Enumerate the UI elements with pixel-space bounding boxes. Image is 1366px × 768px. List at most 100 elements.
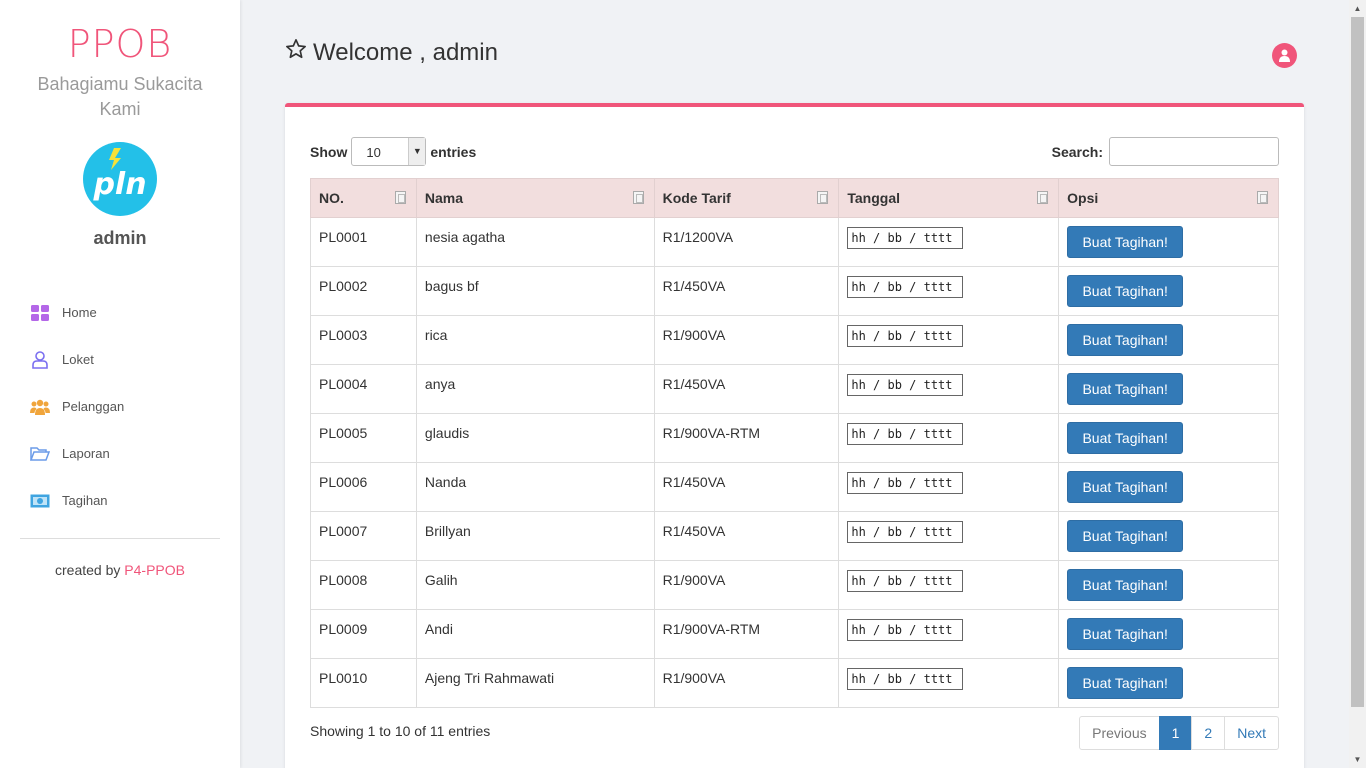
date-input[interactable]: hh / bb / tttt [847,570,964,592]
cell-opsi: Buat Tagihan! [1058,266,1279,316]
sidebar-item-pelanggan[interactable]: Pelanggan [0,383,240,430]
pagination: Previous 1 2 Next [1079,716,1279,750]
cell-nama: Andi [415,609,655,659]
pln-logo: pln [83,142,157,216]
cell-kode-tarif: R1/450VA [653,511,840,561]
create-bill-button[interactable]: Buat Tagihan! [1067,422,1184,454]
search-input[interactable] [1109,137,1279,166]
cell-kode-tarif: R1/450VA [653,364,840,414]
star-icon [285,38,307,67]
sidebar-item-home[interactable]: Home [0,289,240,336]
grid-icon [30,303,50,323]
page-scrollbar[interactable]: ▲ ▼ [1349,0,1366,768]
date-input[interactable]: hh / bb / tttt [847,668,964,690]
cell-nama: rica [415,315,655,365]
create-bill-button[interactable]: Buat Tagihan! [1067,373,1184,405]
cell-nama: nesia agatha [415,217,655,267]
date-input[interactable]: hh / bb / tttt [847,521,964,543]
folder-icon [30,444,50,464]
table-body: PL0001 nesia agatha R1/1200VA hh / bb / ttt… [310,217,1279,708]
cell-nama: Nanda [415,462,655,512]
cell-kode-tarif: R1/900VA [653,658,840,708]
entries-select[interactable]: 10 ▼ [351,137,427,166]
user-icon [1279,49,1290,62]
cell-kode-tarif: R1/900VA-RTM [653,609,840,659]
user-menu-button[interactable] [1272,43,1297,68]
column-header-label: Kode Tarif [662,190,731,206]
sidebar-item-label: Laporan [62,446,110,461]
table-row: PL0002 bagus bf R1/450VA hh / bb / tttt Buat… [310,266,1279,316]
cell-opsi: Buat Tagihan! [1058,364,1279,414]
sort-icon [817,191,829,204]
cell-tanggal: hh / bb / tttt [838,462,1060,512]
create-bill-button[interactable]: Buat Tagihan! [1067,520,1184,552]
date-input[interactable]: hh / bb / tttt [847,423,964,445]
column-header-kode-tarif[interactable]: Kode Tarif [653,178,840,218]
create-bill-button[interactable]: Buat Tagihan! [1067,275,1184,307]
table-row: PL0003 rica R1/900VA hh / bb / tttt Buat Tag… [310,315,1279,365]
sort-icon [1257,191,1268,204]
money-icon [30,491,50,511]
table-row: PL0005 glaudis R1/900VA-RTM hh / bb / tttt B… [310,413,1279,463]
date-input[interactable]: hh / bb / tttt [847,276,964,298]
pagination-page-2[interactable]: 2 [1191,716,1226,750]
pagination-next[interactable]: Next [1224,716,1279,750]
date-input[interactable]: hh / bb / tttt [847,619,964,641]
sidebar-divider [20,538,220,539]
logo-text: pln [92,167,146,202]
create-bill-button[interactable]: Buat Tagihan! [1067,226,1184,258]
sort-icon [1037,191,1049,204]
cell-no: PL0002 [310,266,417,316]
cell-opsi: Buat Tagihan! [1058,315,1279,365]
create-bill-button[interactable]: Buat Tagihan! [1067,667,1184,699]
credit-text: created by P4-PPOB [0,562,240,578]
create-bill-button[interactable]: Buat Tagihan! [1067,471,1184,503]
page-title: Welcome , admin [285,38,498,67]
date-input[interactable]: hh / bb / tttt [847,227,964,249]
cell-no: PL0001 [310,217,417,267]
sidebar-item-loket[interactable]: Loket [0,336,240,383]
column-header-label: Nama [424,190,464,206]
cell-nama: Brillyan [415,511,655,561]
date-input[interactable]: hh / bb / tttt [847,472,964,494]
credit-link[interactable]: P4-PPOB [124,562,185,578]
cell-tanggal: hh / bb / tttt [838,266,1060,316]
date-input[interactable]: hh / bb / tttt [847,325,964,347]
sidebar-item-laporan[interactable]: Laporan [0,430,240,477]
cell-tanggal: hh / bb / tttt [838,364,1060,414]
create-bill-button[interactable]: Buat Tagihan! [1067,569,1184,601]
cell-no: PL0008 [310,560,417,610]
sidebar-item-tagihan[interactable]: Tagihan [0,477,240,524]
column-header-label: NO. [319,190,344,206]
scrollbar-thumb[interactable] [1351,17,1364,707]
table-row: PL0010 Ajeng Tri Rahmawati R1/900VA hh / bb… [310,658,1279,708]
cell-kode-tarif: R1/450VA [653,462,840,512]
brand-tagline: Bahagiamu Sukacita Kami [37,74,203,119]
create-bill-button[interactable]: Buat Tagihan! [1067,324,1184,356]
cell-nama: Ajeng Tri Rahmawati [415,658,655,708]
customer-table-card: Show 10 ▼ entries Search: NO. Nama Kode … [285,103,1304,768]
cell-tanggal: hh / bb / tttt [838,511,1060,561]
sidebar-item-label: Tagihan [62,493,108,508]
cell-tanggal: hh / bb / tttt [838,315,1060,365]
date-input[interactable]: hh / bb / tttt [847,374,964,396]
cell-kode-tarif: R1/1200VA [653,217,840,267]
brand-title: PPOB [67,22,173,66]
pagination-page-1[interactable]: 1 [1158,716,1193,750]
column-header-no[interactable]: NO. [310,178,417,218]
pagination-previous[interactable]: Previous [1079,716,1160,750]
cell-opsi: Buat Tagihan! [1058,560,1279,610]
cell-nama: bagus bf [415,266,655,316]
column-header-opsi[interactable]: Opsi [1058,178,1279,218]
table-row: PL0004 anya R1/450VA hh / bb / tttt Buat Tag… [310,364,1279,414]
scroll-down-icon[interactable]: ▼ [1349,751,1366,768]
scroll-up-icon[interactable]: ▲ [1349,0,1366,17]
cell-tanggal: hh / bb / tttt [838,413,1060,463]
column-header-tanggal[interactable]: Tanggal [838,178,1060,218]
cell-no: PL0007 [310,511,417,561]
create-bill-button[interactable]: Buat Tagihan! [1067,618,1184,650]
cell-nama: Galih [415,560,655,610]
sort-icon [632,191,644,204]
table-row: PL0006 Nanda R1/450VA hh / bb / tttt Buat Ta… [310,462,1279,512]
column-header-nama[interactable]: Nama [415,178,655,218]
